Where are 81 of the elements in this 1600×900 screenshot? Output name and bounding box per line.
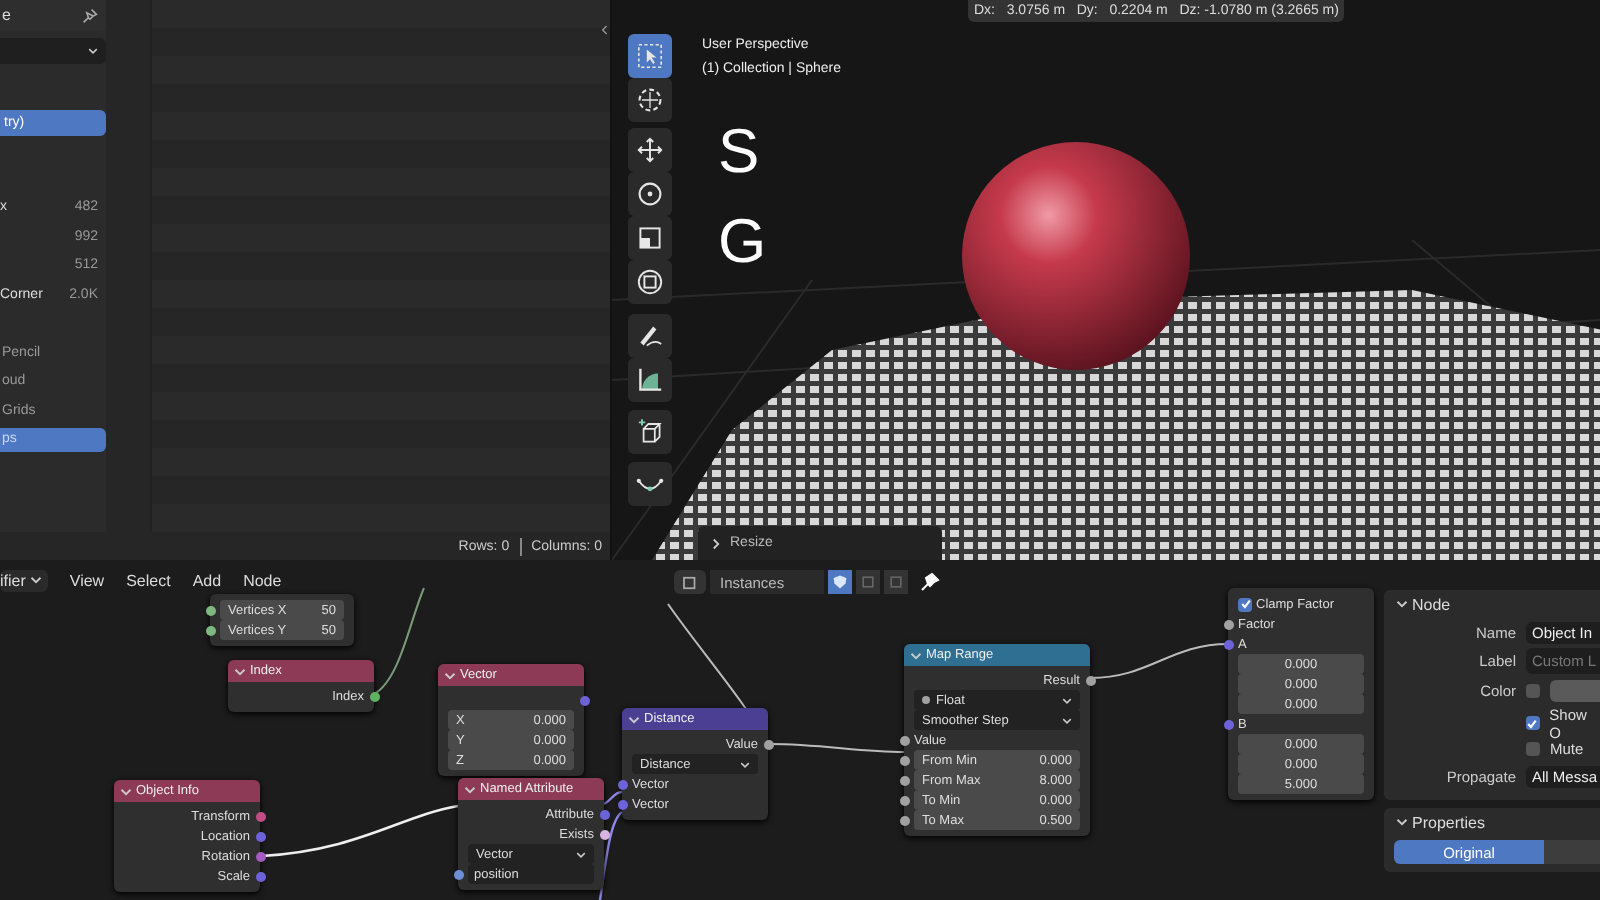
pencil-icon	[640, 326, 662, 347]
tool-button[interactable]	[628, 128, 672, 172]
socket[interactable]	[763, 740, 773, 750]
chevron-icon	[120, 785, 132, 797]
socket[interactable]	[1223, 620, 1233, 630]
checkbox[interactable]	[1526, 716, 1540, 730]
section-header[interactable]: Node	[1384, 590, 1600, 618]
menu-item[interactable]: View	[69, 571, 105, 589]
pin-icon[interactable]	[82, 7, 98, 23]
socket[interactable]	[255, 852, 265, 862]
square-icon	[860, 574, 876, 590]
color-swatch[interactable]	[1550, 679, 1600, 702]
socket[interactable]	[599, 810, 609, 820]
section-header[interactable]: Properties	[1384, 808, 1600, 836]
ruler-icon	[639, 368, 662, 391]
shortcut-key-label: G	[718, 206, 767, 278]
node-link	[603, 790, 623, 806]
socket[interactable]	[599, 830, 609, 840]
socket[interactable]	[255, 872, 265, 882]
toggle-button[interactable]	[828, 570, 852, 594]
panel-title: e	[2, 6, 11, 24]
tool-button[interactable]	[628, 34, 672, 78]
tool-button[interactable]	[628, 410, 672, 454]
socket[interactable]	[899, 756, 909, 766]
caret-icon	[576, 849, 586, 859]
node-link	[373, 587, 425, 695]
chevron-icon	[910, 649, 922, 661]
chevron-icon	[464, 783, 476, 795]
checkbox[interactable]	[1526, 741, 1540, 756]
tool-button[interactable]	[628, 462, 672, 506]
menu-item[interactable]: Select	[126, 571, 171, 589]
socket[interactable]	[205, 626, 215, 636]
chevron-icon	[234, 665, 246, 677]
checkbox[interactable]	[1238, 597, 1252, 611]
cursor-icon	[638, 88, 662, 112]
move-icon	[637, 137, 663, 163]
socket[interactable]	[369, 692, 379, 702]
node-link	[598, 811, 623, 900]
socket[interactable]	[899, 796, 909, 806]
tool-button[interactable]	[628, 78, 672, 122]
section-title: Properties	[1412, 813, 1485, 831]
chevron-icon	[628, 713, 640, 725]
socket[interactable]	[617, 800, 627, 810]
chevron-icon	[444, 669, 456, 681]
curve-icon	[636, 478, 664, 492]
chevron-icon	[29, 574, 42, 586]
socket[interactable]	[899, 816, 909, 826]
transform-icon	[637, 269, 663, 295]
socket[interactable]	[453, 870, 463, 880]
caret-icon	[88, 46, 98, 56]
rotate-icon	[638, 182, 662, 206]
socket[interactable]	[1223, 640, 1233, 650]
socket[interactable]	[1085, 676, 1095, 686]
shield-icon	[832, 574, 848, 590]
socket[interactable]	[899, 776, 909, 786]
toggle-button[interactable]	[884, 570, 908, 594]
toggle-button[interactable]	[856, 570, 880, 594]
socket[interactable]	[899, 736, 909, 746]
square-icon	[888, 574, 904, 590]
menu-item[interactable]: Add	[192, 571, 222, 589]
socket[interactable]	[1223, 720, 1233, 730]
socket[interactable]	[205, 606, 215, 616]
tool-button[interactable]	[628, 314, 672, 358]
socket[interactable]	[255, 812, 265, 822]
cube-icon	[637, 418, 662, 443]
caret-icon	[740, 759, 750, 769]
scale-icon	[639, 227, 661, 249]
context-dropdown[interactable]	[674, 570, 706, 594]
socket[interactable]	[617, 780, 627, 790]
socket[interactable]	[579, 696, 589, 706]
object-icon	[681, 575, 699, 589]
chevron-icon	[710, 537, 722, 549]
tool-button[interactable]	[628, 260, 672, 304]
menu-item[interactable]: Node	[243, 571, 282, 589]
select-box-icon	[638, 44, 662, 68]
section-title: Node	[1412, 595, 1451, 613]
editor-type-dropdown[interactable]: ifier	[0, 569, 48, 591]
tool-button[interactable]	[628, 358, 672, 402]
checkbox[interactable]	[1526, 683, 1540, 698]
socket[interactable]	[255, 832, 265, 842]
shortcut-key-label: S	[718, 116, 760, 188]
